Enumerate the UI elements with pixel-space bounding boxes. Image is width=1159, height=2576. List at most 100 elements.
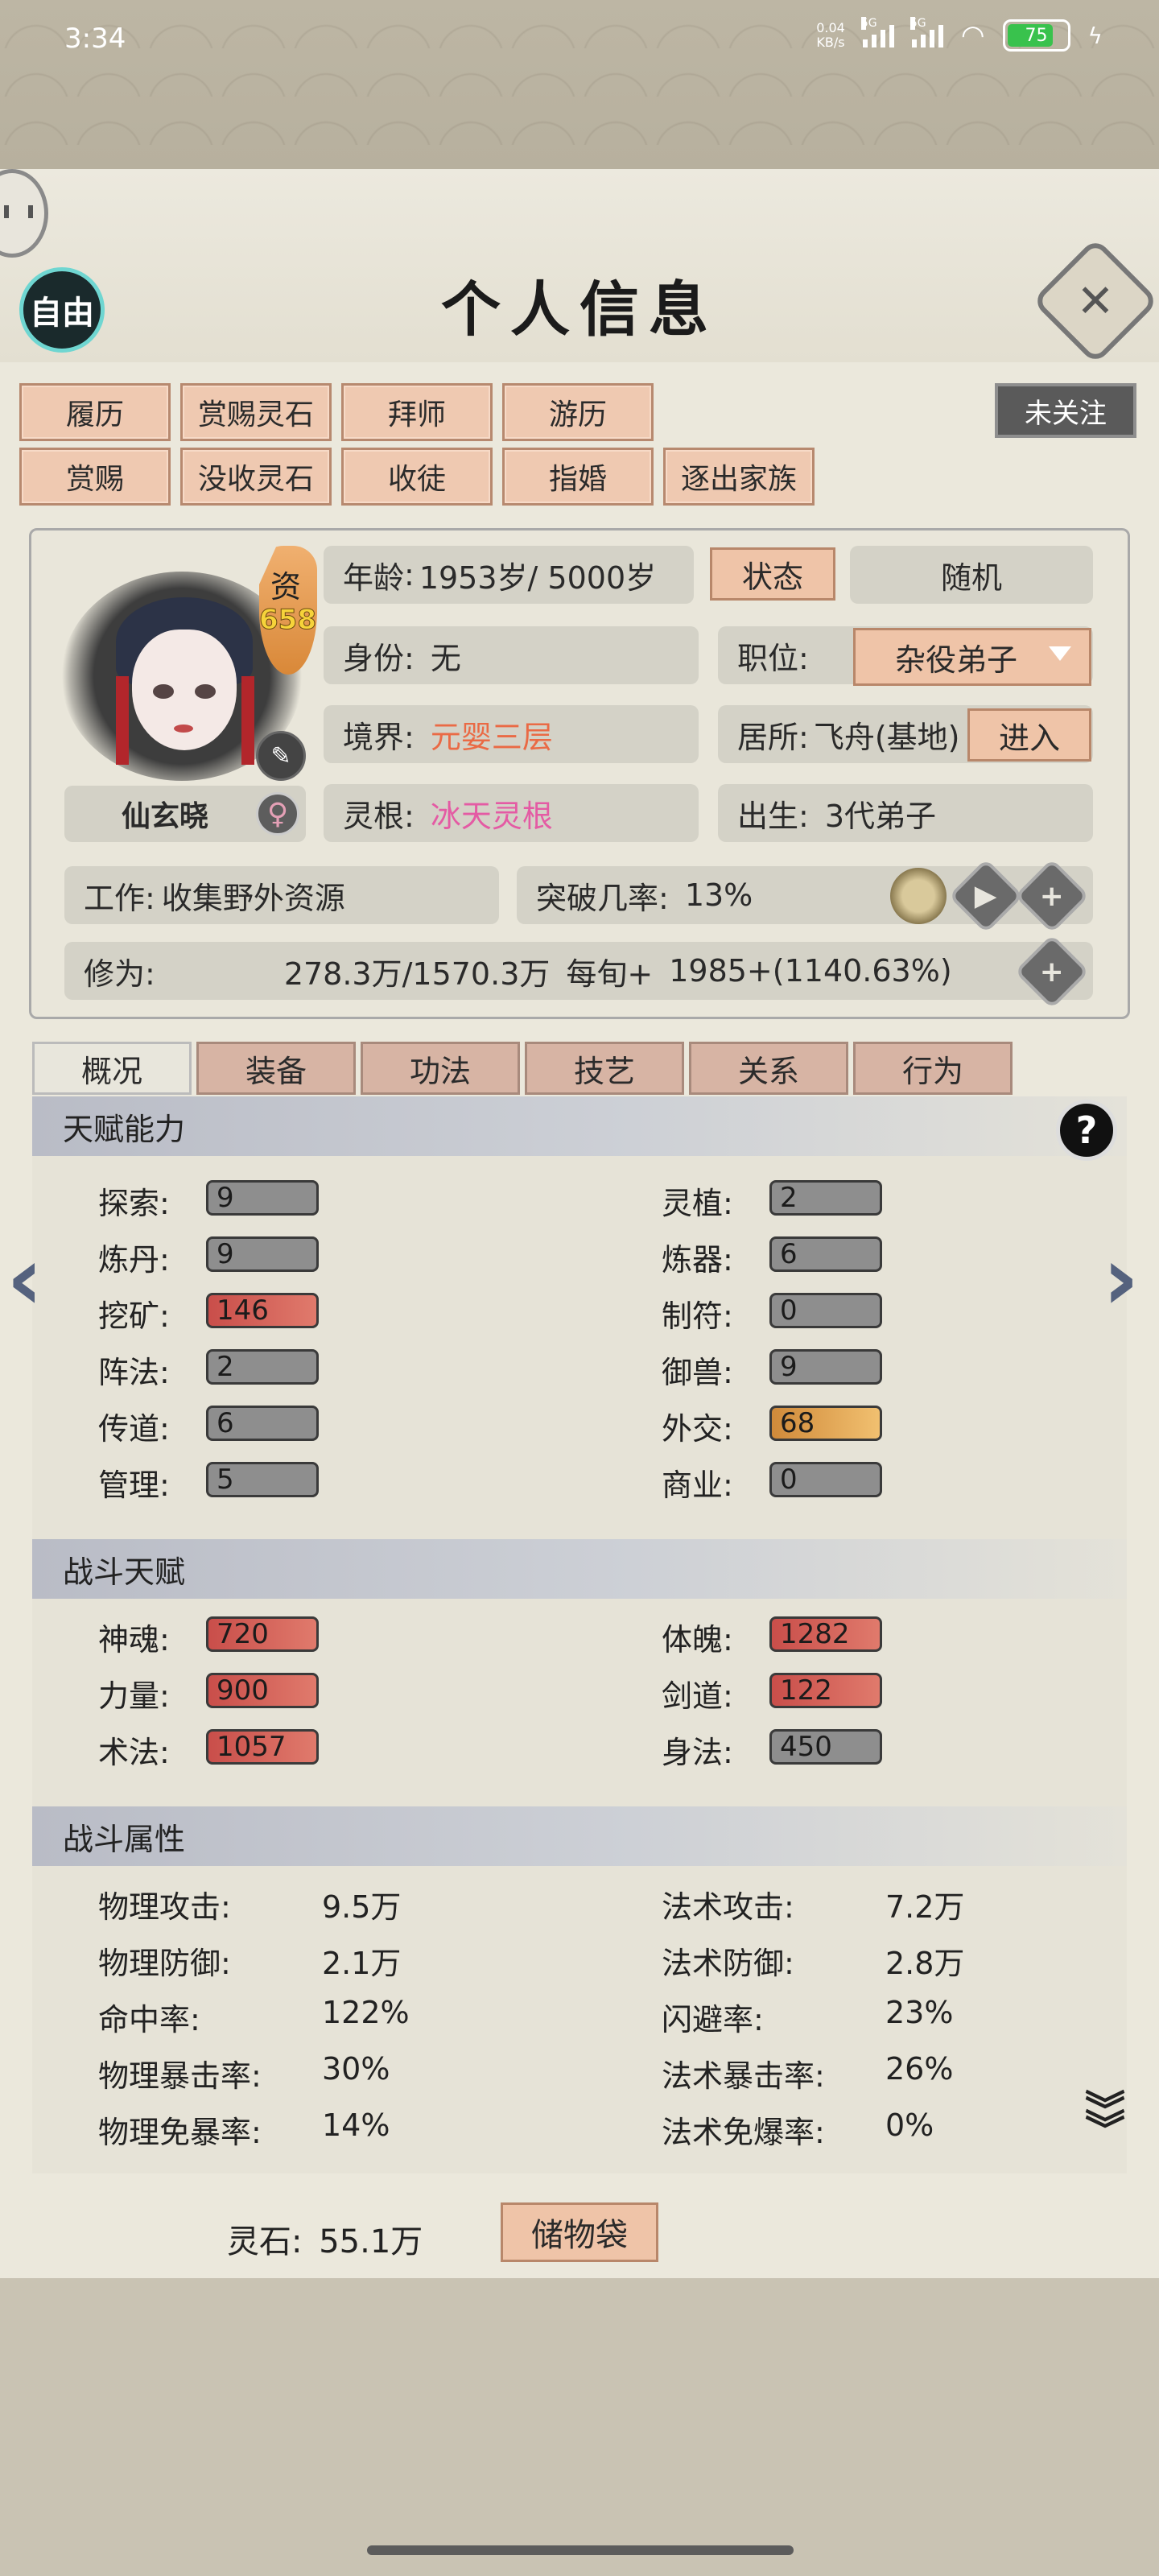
lingshi-display: 灵石: 55.1万 bbox=[227, 2223, 423, 2260]
stat-bar: 6 bbox=[206, 1406, 319, 1441]
tab-overview[interactable]: 概况 bbox=[32, 1042, 192, 1095]
section-combat-attributes: 战斗属性 bbox=[32, 1806, 1127, 1866]
charging-icon: ϟ bbox=[1087, 22, 1103, 49]
tab-relations[interactable]: 关系 bbox=[689, 1042, 848, 1095]
next-arrow-icon[interactable]: › bbox=[1103, 1227, 1139, 1330]
stat-bar: 900 bbox=[206, 1673, 319, 1708]
stat-bar: 0 bbox=[769, 1293, 882, 1328]
status-time: 3:34 bbox=[64, 23, 126, 55]
attr-label: 法术防御: bbox=[662, 1946, 794, 1981]
stat-bar: 450 bbox=[769, 1729, 882, 1765]
tab-equipment[interactable]: 装备 bbox=[196, 1042, 356, 1095]
attr-label: 物理免暴率: bbox=[98, 2115, 262, 2150]
status-button[interactable]: 状态 bbox=[710, 547, 835, 601]
expel-button[interactable]: 逐出家族 bbox=[663, 448, 815, 506]
stat-bar: 68 bbox=[769, 1406, 882, 1441]
reward-button[interactable]: 赏赐 bbox=[19, 448, 171, 506]
stat-label: 力量: bbox=[98, 1678, 170, 1714]
stat-label: 外交: bbox=[662, 1411, 733, 1447]
female-icon: ♀ bbox=[256, 792, 299, 836]
attr-label: 法术免爆率: bbox=[662, 2115, 825, 2150]
tab-techniques[interactable]: 功法 bbox=[361, 1042, 520, 1095]
stat-bar: 2 bbox=[206, 1349, 319, 1385]
attr-value: 2.1万 bbox=[322, 1946, 402, 1981]
cultivation-field: 修为: 278.3万/1570.3万 每旬+ 1985+(1140.63%) bbox=[64, 942, 1093, 1000]
stat-label: 传道: bbox=[98, 1411, 170, 1447]
stat-label: 灵植: bbox=[662, 1186, 733, 1221]
random-button[interactable]: 随机 bbox=[850, 546, 1093, 604]
travel-button[interactable]: 游历 bbox=[502, 383, 654, 441]
stat-label: 商业: bbox=[662, 1468, 733, 1503]
birth-field: 出生: 3代弟子 bbox=[718, 784, 1093, 842]
tab-behavior[interactable]: 行为 bbox=[853, 1042, 1013, 1095]
take-disciple-button[interactable]: 收徒 bbox=[341, 448, 493, 506]
attr-value: 7.2万 bbox=[885, 1889, 965, 1925]
stat-label: 炼器: bbox=[662, 1242, 733, 1278]
stat-label: 体魄: bbox=[662, 1622, 733, 1657]
chevron-down-icon bbox=[1049, 646, 1071, 661]
stat-label: 剑道: bbox=[662, 1678, 733, 1714]
scroll-down-icon[interactable]: ︾ ︾ bbox=[1085, 2091, 1125, 2150]
enter-button[interactable]: 进入 bbox=[967, 708, 1091, 762]
age-field: 年龄: 1953岁/ 5000岁 bbox=[324, 546, 694, 604]
storage-bag-button[interactable]: 储物袋 bbox=[501, 2202, 658, 2262]
stat-label: 御兽: bbox=[662, 1355, 733, 1390]
status-bar: 3:34 0.04 KB/s 5G 5G ◠ 75 ϟ bbox=[0, 0, 1159, 77]
stat-label: 管理: bbox=[98, 1468, 170, 1503]
apprentice-button[interactable]: 拜师 bbox=[341, 383, 493, 441]
attr-label: 物理攻击: bbox=[98, 1889, 231, 1925]
stat-bar: 1282 bbox=[769, 1616, 882, 1652]
stat-bar: 720 bbox=[206, 1616, 319, 1652]
attr-value: 2.8万 bbox=[885, 1946, 965, 1981]
stat-label: 术法: bbox=[98, 1735, 170, 1770]
attr-label: 法术攻击: bbox=[662, 1889, 794, 1925]
stat-bar: 5 bbox=[206, 1462, 319, 1497]
stat-label: 阵法: bbox=[98, 1355, 170, 1390]
stat-label: 炼丹: bbox=[98, 1242, 170, 1278]
reward-lingshi-button[interactable]: 赏赐灵石 bbox=[180, 383, 332, 441]
stat-bar: 9 bbox=[206, 1236, 319, 1272]
stat-label: 身法: bbox=[662, 1735, 733, 1770]
wifi-icon: ◠ bbox=[960, 19, 985, 52]
resume-button[interactable]: 履历 bbox=[19, 383, 171, 441]
signal-icon: 5G bbox=[860, 17, 894, 47]
attr-value: 23% bbox=[885, 1995, 954, 2030]
confiscate-lingshi-button[interactable]: 没收灵石 bbox=[180, 448, 332, 506]
attr-label: 物理暴击率: bbox=[98, 2058, 262, 2094]
prev-arrow-icon[interactable]: ‹ bbox=[6, 1227, 43, 1330]
signal-icon: 5G bbox=[909, 17, 943, 47]
home-indicator[interactable] bbox=[367, 2545, 794, 2555]
position-select[interactable]: 杂役弟子 bbox=[853, 628, 1091, 686]
stat-label: 挖矿: bbox=[98, 1298, 170, 1334]
aptitude-value: 658 bbox=[259, 604, 317, 637]
page-title: 个人信息 bbox=[441, 275, 718, 345]
attr-value: 122% bbox=[322, 1995, 410, 2030]
attr-value: 26% bbox=[885, 2051, 954, 2087]
stat-bar: 146 bbox=[206, 1293, 319, 1328]
overview-content[interactable]: 天赋能力 ? 探索: 9 炼丹: 9 挖矿: 146 阵法: 2 传道: 6 管… bbox=[32, 1096, 1127, 2183]
arrange-marriage-button[interactable]: 指婚 bbox=[502, 448, 654, 506]
attr-value: 9.5万 bbox=[322, 1889, 402, 1925]
attr-label: 命中率: bbox=[98, 2002, 200, 2037]
stat-label: 探索: bbox=[98, 1186, 170, 1221]
status-icons: 0.04 KB/s 5G 5G ◠ 75 ϟ bbox=[816, 17, 1103, 52]
realm-field: 境界: 元婴三层 bbox=[324, 705, 699, 763]
stat-bar: 0 bbox=[769, 1462, 882, 1497]
edit-quill-icon[interactable]: ✎ bbox=[256, 731, 306, 781]
stat-bar: 1057 bbox=[206, 1729, 319, 1765]
stat-label: 神魂: bbox=[98, 1622, 170, 1657]
job-field: 工作: 收集野外资源 bbox=[64, 866, 499, 924]
net-speed: 0.04 KB/s bbox=[816, 20, 845, 50]
attr-value: 14% bbox=[322, 2107, 390, 2143]
attr-label: 法术暴击率: bbox=[662, 2058, 825, 2094]
stat-bar: 2 bbox=[769, 1180, 882, 1216]
meditate-icon[interactable] bbox=[890, 868, 947, 924]
tab-skills[interactable]: 技艺 bbox=[525, 1042, 684, 1095]
stat-bar: 6 bbox=[769, 1236, 882, 1272]
help-icon[interactable]: ? bbox=[1056, 1100, 1117, 1161]
attr-value: 30% bbox=[322, 2051, 390, 2087]
section-talent: 天赋能力 bbox=[32, 1096, 1127, 1156]
stat-bar: 9 bbox=[206, 1180, 319, 1216]
follow-button[interactable]: 未关注 bbox=[995, 383, 1136, 438]
attr-value: 0% bbox=[885, 2107, 934, 2143]
